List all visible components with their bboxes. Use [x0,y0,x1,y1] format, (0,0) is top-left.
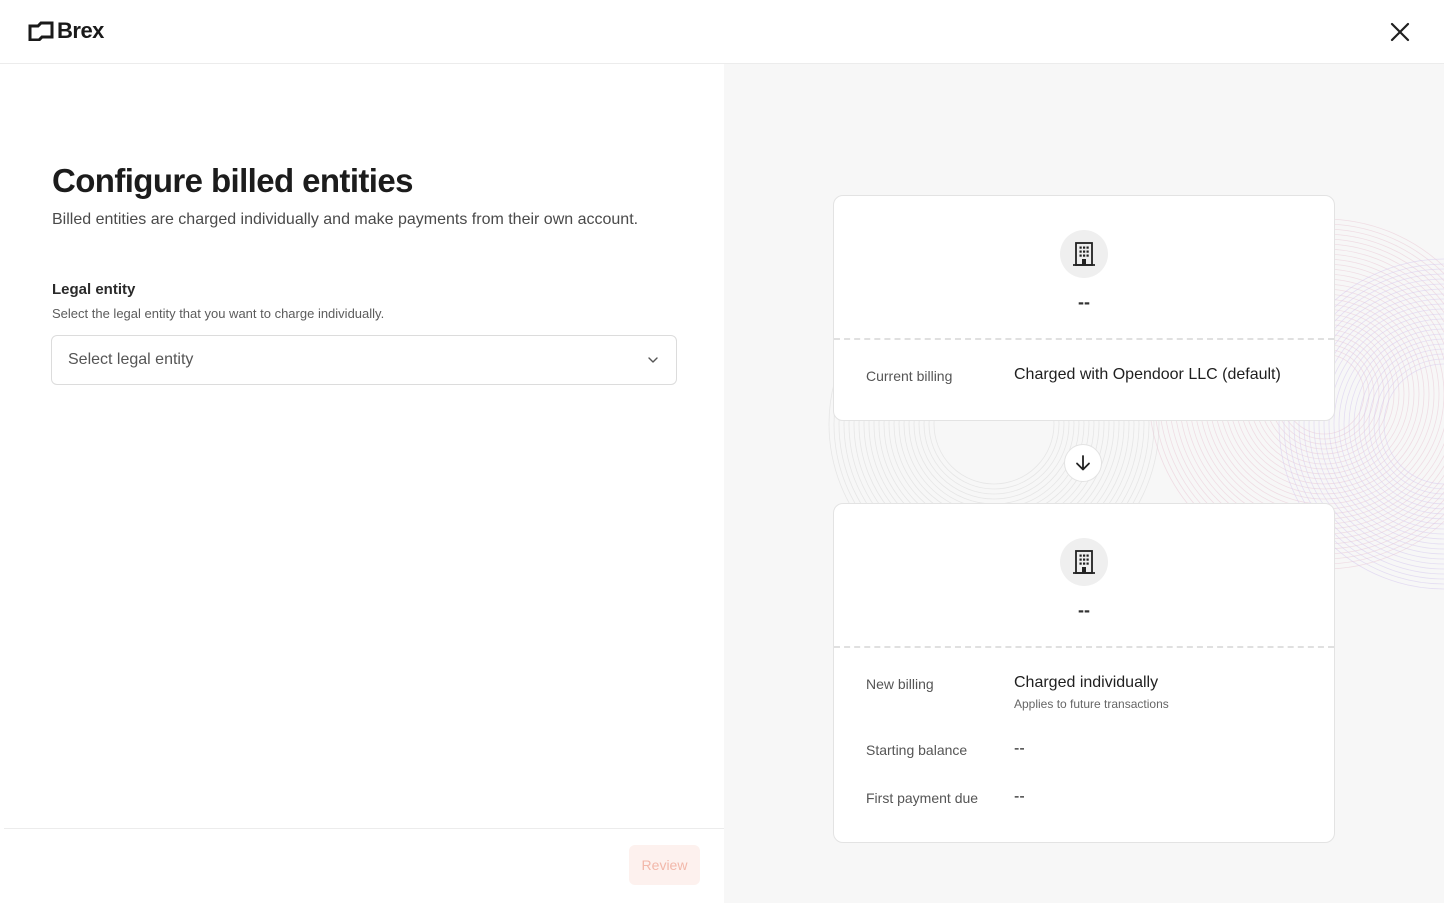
current-billing-row: Current billing Charged with Opendoor LL… [866,366,1281,384]
legal-entity-placeholder: Select legal entity [68,351,194,368]
brex-logo-text: Brex [57,18,104,43]
first-payment-row: First payment due -- [866,788,1025,806]
starting-balance-label: Starting balance [866,742,968,758]
current-billing-value: Charged with Opendoor LLC (default) [1014,366,1281,383]
page-subtitle: Billed entities are charged individually… [52,211,639,228]
first-payment-label: First payment due [866,790,979,806]
new-billing-note: Applies to future transactions [1014,697,1169,711]
close-icon [1390,22,1410,42]
current-entity-name: -- [1078,292,1090,312]
legal-entity-label: Legal entity [52,281,136,298]
form-panel: Configure billed entities Billed entitie… [0,64,724,903]
building-icon [1060,538,1108,586]
legal-entity-help: Select the legal entity that you want to… [52,306,385,321]
new-entity-header: -- [834,504,1334,648]
chevron-down-icon [646,353,660,367]
preview-panel: -- Current billing Charged with Opendoor… [724,64,1444,903]
page-title: Configure billed entities [52,162,413,199]
starting-balance-row: Starting balance -- [866,740,1025,758]
brex-logo: Brex [28,20,104,42]
review-button[interactable]: Review [629,845,700,885]
brex-logo-icon [28,21,54,41]
current-billing-label: Current billing [866,368,953,384]
first-payment-value: -- [1014,788,1025,805]
starting-balance-value: -- [1014,740,1025,757]
footer-bar: Review [4,828,724,903]
new-billing-card: -- New billing Charged individually Appl… [833,503,1335,843]
current-billing-card: -- Current billing Charged with Opendoor… [833,195,1335,421]
close-button[interactable] [1386,18,1414,46]
new-billing-row: New billing Charged individually Applies… [866,674,1169,711]
current-entity-header: -- [834,196,1334,340]
top-bar: Brex [0,0,1444,64]
new-entity-name: -- [1078,600,1090,620]
building-icon [1060,230,1108,278]
new-billing-value: Charged individually [1014,674,1159,691]
legal-entity-select[interactable]: Select legal entity [51,335,677,385]
new-billing-label: New billing [866,676,934,692]
arrow-down-icon [1064,444,1102,482]
